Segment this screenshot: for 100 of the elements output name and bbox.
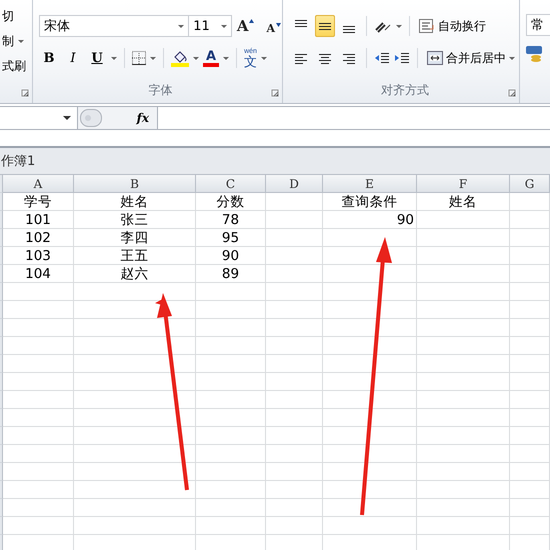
align-icon[interactable] xyxy=(342,51,356,65)
table-cell: 89 xyxy=(196,265,266,283)
table-cell xyxy=(3,301,74,319)
table-cell xyxy=(510,355,550,373)
table-cell xyxy=(196,319,266,337)
dialog-launcher-icon[interactable] xyxy=(508,89,516,97)
font-name-dropdown[interactable]: 宋体 xyxy=(39,15,190,37)
table-cell xyxy=(510,373,550,391)
table-cell: 姓名 xyxy=(74,193,196,211)
caret-icon[interactable] xyxy=(509,56,515,60)
table-cell xyxy=(3,481,74,499)
column-header[interactable]: C xyxy=(196,175,266,193)
align-icon[interactable] xyxy=(318,51,332,65)
table-cell xyxy=(266,301,323,319)
table-cell: 90 xyxy=(196,247,266,265)
table-cell xyxy=(3,427,74,445)
clipboard-item[interactable]: 制 xyxy=(0,33,32,50)
table-cell xyxy=(266,211,323,229)
fill-color-icon[interactable] xyxy=(171,49,189,67)
increase-indent-icon[interactable] xyxy=(394,51,410,65)
table-cell xyxy=(266,229,323,247)
font-size-dropdown[interactable]: 11 xyxy=(188,15,232,37)
table-cell xyxy=(510,499,550,517)
align-icon[interactable] xyxy=(294,51,308,65)
caret-icon[interactable] xyxy=(223,56,229,60)
caret-icon[interactable] xyxy=(261,56,267,60)
caret-icon[interactable] xyxy=(193,56,199,60)
italic-button[interactable]: I xyxy=(63,47,83,69)
bold-button[interactable]: B xyxy=(39,47,59,69)
currency-icon[interactable] xyxy=(526,44,544,62)
table-cell xyxy=(3,409,74,427)
wrap-text-icon[interactable] xyxy=(419,19,435,33)
table-cell xyxy=(510,409,550,427)
table-cell xyxy=(510,517,550,535)
table-cell xyxy=(510,463,550,481)
table-cell xyxy=(3,337,74,355)
table-cell xyxy=(266,499,323,517)
table-cell xyxy=(3,355,74,373)
table-cell xyxy=(510,211,550,229)
table-cell xyxy=(196,463,266,481)
table-cell xyxy=(266,283,323,301)
column-header[interactable]: E xyxy=(323,175,417,193)
table-cell xyxy=(510,193,550,211)
caret-icon[interactable] xyxy=(396,24,402,28)
column-header[interactable]: F xyxy=(417,175,510,193)
table-cell xyxy=(510,301,550,319)
table-cell xyxy=(510,337,550,355)
dialog-launcher-icon[interactable] xyxy=(271,89,279,97)
table-cell xyxy=(266,481,323,499)
table-cell xyxy=(196,499,266,517)
table-cell xyxy=(266,427,323,445)
caret-icon[interactable] xyxy=(111,56,117,60)
table-cell: 姓名 xyxy=(417,193,510,211)
table-cell xyxy=(510,445,550,463)
table-cell xyxy=(266,409,323,427)
table-cell xyxy=(266,355,323,373)
caret-icon[interactable] xyxy=(150,56,156,60)
caret-icon[interactable] xyxy=(220,24,227,28)
column-header[interactable]: A xyxy=(3,175,74,193)
table-cell: 赵六 xyxy=(74,265,196,283)
table-cell: 90 xyxy=(323,211,417,229)
caret-icon[interactable] xyxy=(63,116,71,120)
caret-icon[interactable] xyxy=(178,24,184,28)
table-cell xyxy=(196,481,266,499)
table-cell xyxy=(196,445,266,463)
clipboard-item[interactable]: 切 xyxy=(0,8,32,25)
table-cell xyxy=(266,445,323,463)
insert-function-button[interactable]: fx xyxy=(134,111,151,125)
grow-font-button[interactable]: A xyxy=(236,18,256,34)
table-cell xyxy=(510,265,550,283)
column-header[interactable]: D xyxy=(266,175,323,193)
splitter-handle-icon[interactable] xyxy=(80,109,102,127)
shrink-font-button[interactable]: A xyxy=(265,22,282,34)
table-cell: 王五 xyxy=(74,247,196,265)
column-header[interactable]: B xyxy=(74,175,196,193)
down-triangle-icon[interactable] xyxy=(276,22,281,26)
column-header[interactable]: G xyxy=(510,175,550,193)
up-triangle-icon[interactable] xyxy=(249,18,254,22)
table-cell xyxy=(266,517,323,535)
caret-icon[interactable] xyxy=(18,40,24,43)
table-cell: 学号 xyxy=(3,193,74,211)
table-cell xyxy=(196,337,266,355)
dialog-launcher-icon[interactable] xyxy=(21,89,29,97)
clipboard-item[interactable]: 式刷 xyxy=(0,58,32,75)
table-cell xyxy=(3,517,74,535)
formula-input[interactable] xyxy=(157,107,550,129)
group-label: 对齐方式 xyxy=(380,82,430,99)
table-cell xyxy=(510,427,550,445)
font-color-button[interactable]: A xyxy=(203,50,219,66)
table-cell xyxy=(266,373,323,391)
decrease-indent-icon[interactable] xyxy=(374,51,390,65)
table-cell xyxy=(3,283,74,301)
merge-cells-icon[interactable] xyxy=(427,51,443,65)
merge-center-button[interactable]: 合并后居中 xyxy=(425,47,517,69)
table-cell xyxy=(266,337,323,355)
borders-icon[interactable] xyxy=(132,51,146,65)
number-format-dropdown[interactable]: 常 xyxy=(526,14,550,36)
table-cell: 103 xyxy=(3,247,74,265)
wrap-text-button[interactable]: 自动换行 xyxy=(417,15,488,37)
underline-button[interactable]: U xyxy=(87,47,107,69)
